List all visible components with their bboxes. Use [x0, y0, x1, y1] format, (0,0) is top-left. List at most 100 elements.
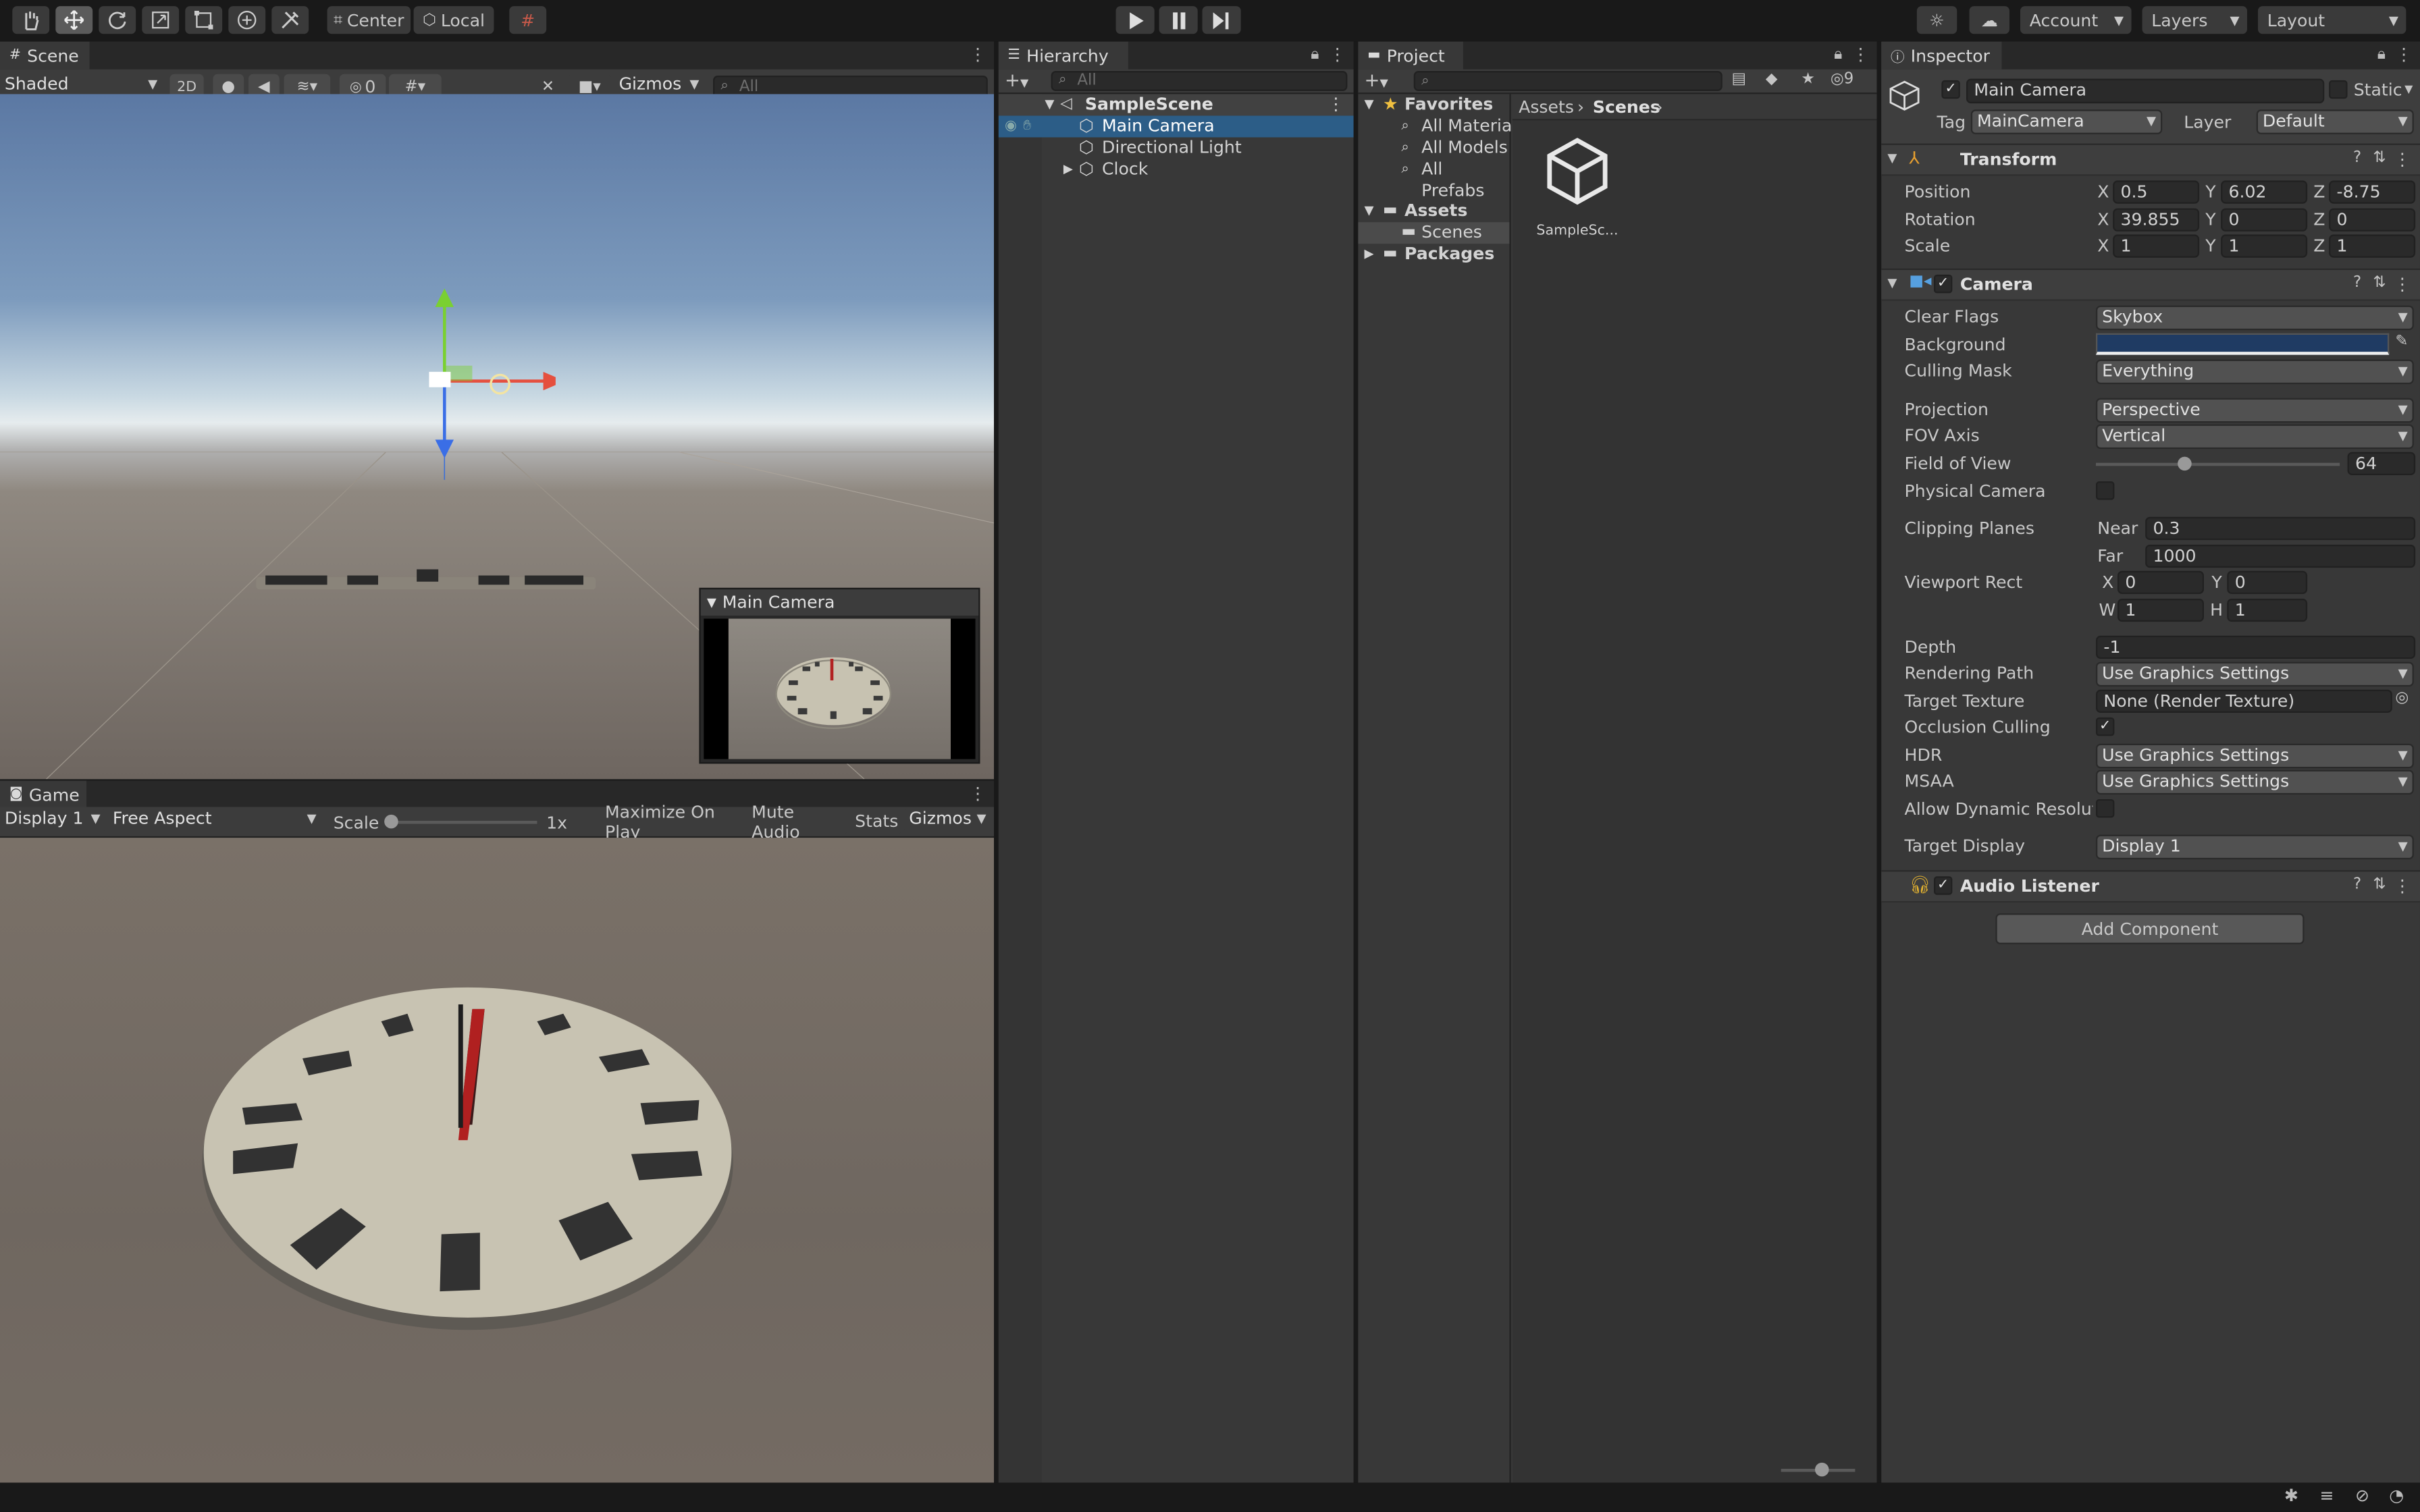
- depth-field[interactable]: -1: [2095, 635, 2416, 659]
- dynamic-resolution-checkbox[interactable]: [2095, 799, 2115, 818]
- add-component-button[interactable]: Add Component: [1995, 913, 2305, 944]
- fov-axis-dropdown[interactable]: Vertical ▼: [2095, 424, 2414, 450]
- projection-dropdown[interactable]: Perspective ▼: [2095, 398, 2414, 423]
- scale-slider-track[interactable]: [388, 820, 537, 824]
- favorite-all-materials[interactable]: ⌕ All Materials: [1358, 115, 1525, 137]
- move-gizmo[interactable]: [401, 279, 556, 480]
- object-picker-icon[interactable]: ◎: [2395, 690, 2409, 707]
- near-field[interactable]: 0.3: [2145, 516, 2416, 540]
- rotation-y-field[interactable]: 0: [2221, 208, 2308, 232]
- rotation-z-field[interactable]: 0: [2329, 208, 2416, 232]
- rotate-tool-button[interactable]: [99, 6, 136, 34]
- hierarchy-item-clock[interactable]: ▶ ⬡ Clock: [999, 159, 1354, 180]
- tab-hierarchy[interactable]: ☰ Hierarchy: [998, 41, 1128, 70]
- tab-scene[interactable]: # Scene: [0, 41, 90, 70]
- game-gizmos-dropdown[interactable]: Gizmos ▼: [904, 808, 991, 834]
- physical-camera-checkbox[interactable]: [2095, 481, 2115, 500]
- component-menu-icon[interactable]: ⋮: [2394, 275, 2411, 295]
- hdr-dropdown[interactable]: Use Graphics Settings ▼: [2095, 743, 2414, 769]
- hierarchy-item-directional-light[interactable]: ⬡ Directional Light: [999, 137, 1354, 159]
- stats-button[interactable]: Stats: [851, 808, 901, 835]
- target-texture-field[interactable]: None (Render Texture): [2095, 689, 2392, 713]
- search-by-label-icon[interactable]: ◆: [1766, 71, 1778, 88]
- create-button[interactable]: +▼: [1005, 70, 1042, 92]
- help-icon[interactable]: ?: [2353, 876, 2361, 893]
- scene-menu-icon[interactable]: ⋮: [1327, 94, 1344, 115]
- visibility-eye-icon[interactable]: ◉: [1005, 115, 1017, 137]
- object-active-checkbox[interactable]: ✓: [1941, 80, 1960, 99]
- scene-asset-tile[interactable]: SampleSc...: [1528, 134, 1627, 246]
- transform-tool-button[interactable]: [228, 6, 266, 34]
- lock-icon[interactable]: 🔒︎: [1307, 45, 1323, 66]
- packages-folder-row[interactable]: ▶ ▬ Packages: [1358, 244, 1509, 265]
- fov-slider-track[interactable]: [2095, 462, 2340, 466]
- background-color-field[interactable]: [2095, 333, 2390, 355]
- favorite-all-models[interactable]: ⌕ All Models: [1358, 137, 1509, 159]
- tag-dropdown[interactable]: MainCamera ▼: [1970, 109, 2163, 134]
- search-by-type-icon[interactable]: ▤: [1732, 71, 1747, 88]
- far-field[interactable]: 1000: [2145, 544, 2416, 568]
- position-y-field[interactable]: 6.02: [2221, 180, 2308, 204]
- audio-listener-header[interactable]: 🎧︎ ✓ Audio Listener ? ⇅ ⋮: [1881, 870, 2420, 903]
- clear-flags-dropdown[interactable]: Skybox ▼: [2095, 305, 2414, 331]
- tab-game[interactable]: ◙ Game: [0, 780, 86, 809]
- hierarchy-item-main-camera[interactable]: ◉ ✋︎ ⬡ Main Camera: [998, 115, 1354, 138]
- project-search-input[interactable]: ⌕: [1413, 71, 1722, 91]
- eyedropper-icon[interactable]: ✎: [2395, 333, 2408, 350]
- cloud-button[interactable]: ☁: [1969, 6, 2009, 34]
- hierarchy-search-input[interactable]: ⌕ All: [1051, 71, 1348, 91]
- tab-inspector[interactable]: ⓘ Inspector: [1881, 41, 2002, 70]
- maximize-on-play-button[interactable]: Maximize On Play: [604, 801, 747, 842]
- component-menu-icon[interactable]: ⋮: [2394, 876, 2411, 896]
- aspect-dropdown[interactable]: Free Aspect ▼: [107, 808, 321, 834]
- display-dropdown[interactable]: Display 1 ▼: [0, 808, 105, 834]
- breadcrumb-assets[interactable]: Assets: [1519, 94, 1574, 120]
- occlusion-culling-checkbox[interactable]: ✓: [2095, 717, 2115, 736]
- scene-menu-icon[interactable]: ⋮: [969, 45, 986, 66]
- camera-enabled-checkbox[interactable]: ✓: [1933, 274, 1953, 294]
- foldout-arrow-icon[interactable]: ▶: [1063, 159, 1073, 180]
- favorite-star-icon[interactable]: ★: [1801, 71, 1814, 88]
- move-tool-button[interactable]: [55, 6, 93, 34]
- favorites-row[interactable]: ▼ ★ Favorites: [1358, 94, 1509, 115]
- preset-icon[interactable]: ⇅: [2373, 150, 2386, 167]
- layers-dropdown[interactable]: Layers ▼: [2142, 6, 2247, 34]
- target-display-dropdown[interactable]: Display 1 ▼: [2095, 834, 2414, 860]
- scale-slider-thumb[interactable]: [384, 814, 398, 829]
- project-create-button[interactable]: +▼: [1365, 70, 1402, 92]
- layout-dropdown[interactable]: Layout ▼: [2257, 6, 2406, 34]
- layer-dropdown[interactable]: Default ▼: [2256, 109, 2414, 134]
- pivot-local-button[interactable]: ⬡ Local: [413, 6, 494, 34]
- network-icon[interactable]: ⊘: [2355, 1486, 2369, 1506]
- rendering-path-dropdown[interactable]: Use Graphics Settings ▼: [2095, 662, 2414, 687]
- help-icon[interactable]: ?: [2353, 275, 2361, 292]
- viewport-w-field[interactable]: 1: [2117, 598, 2204, 622]
- grid-snap-button[interactable]: #: [509, 6, 547, 34]
- inspector-menu-icon[interactable]: ⋮: [2395, 45, 2412, 66]
- game-viewport[interactable]: [0, 838, 994, 1483]
- msaa-dropdown[interactable]: Use Graphics Settings ▼: [2095, 770, 2414, 795]
- scale-tool-button[interactable]: [142, 6, 180, 34]
- mute-audio-button[interactable]: Mute Audio: [752, 801, 847, 842]
- hierarchy-scene-row[interactable]: ▼ ◁ SampleScene ⋮: [998, 94, 1354, 116]
- position-x-field[interactable]: 0.5: [2113, 180, 2200, 204]
- game-menu-icon[interactable]: ⋮: [969, 784, 986, 805]
- rotation-x-field[interactable]: 39.855: [2113, 208, 2200, 232]
- transform-header[interactable]: ▼ ⅄ Transform ? ⇅ ⋮: [1881, 143, 2420, 176]
- fov-field[interactable]: 64: [2347, 452, 2416, 475]
- tab-project[interactable]: ▬ Project: [1358, 41, 1463, 70]
- icon-size-slider-thumb[interactable]: [1814, 1462, 1829, 1477]
- camera-header[interactable]: ▼ ■◂ ✓ Camera ? ⇅ ⋮: [1881, 268, 2420, 301]
- project-menu-icon[interactable]: ⋮: [1852, 45, 1869, 66]
- account-dropdown[interactable]: Account ▼: [2020, 6, 2132, 34]
- stack-icon[interactable]: ≡: [2319, 1486, 2334, 1506]
- help-icon[interactable]: ?: [2353, 150, 2361, 167]
- object-name-field[interactable]: Main Camera: [1966, 78, 2325, 104]
- scale-z-field[interactable]: 1: [2329, 234, 2416, 258]
- lock-icon[interactable]: 🔒︎: [1831, 45, 1846, 66]
- play-button[interactable]: [1115, 6, 1155, 34]
- culling-mask-dropdown[interactable]: Everything ▼: [2095, 359, 2414, 385]
- dropdown-arrow-icon[interactable]: ▼: [2404, 83, 2413, 95]
- position-z-field[interactable]: -8.75: [2329, 180, 2416, 204]
- rect-tool-button[interactable]: [185, 6, 223, 34]
